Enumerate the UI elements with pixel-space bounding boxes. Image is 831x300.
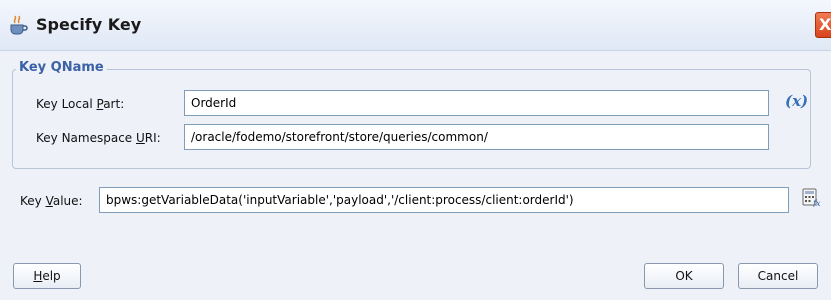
key-namespace-uri-input[interactable]: /oracle/fodemo/storefront/store/queries/… <box>184 124 769 150</box>
cancel-button[interactable]: Cancel <box>738 263 818 289</box>
key-qname-legend: Key QName <box>16 60 107 75</box>
oracle-cup-icon <box>10 15 28 35</box>
key-qname-group <box>12 69 811 169</box>
variable-chooser-icon[interactable]: (x) <box>785 92 808 110</box>
key-namespace-uri-label: Key Namespace URI: <box>36 131 161 145</box>
key-value-label: Key Value: <box>20 194 83 208</box>
dialog-title: Specify Key <box>36 15 142 34</box>
key-value-input[interactable]: bpws:getVariableData('inputVariable','pa… <box>99 187 789 213</box>
close-button[interactable]: X <box>815 12 831 38</box>
title-bar: Specify Key X <box>0 0 831 51</box>
key-local-part-label: Key Local Part: <box>36 97 125 111</box>
svg-text:fx: fx <box>812 199 821 207</box>
close-icon: X <box>819 15 831 34</box>
key-local-part-input[interactable]: OrderId <box>184 90 769 116</box>
help-button[interactable]: Help <box>13 263 81 289</box>
expression-builder-icon[interactable]: fx <box>801 187 821 207</box>
ok-button[interactable]: OK <box>644 263 724 289</box>
